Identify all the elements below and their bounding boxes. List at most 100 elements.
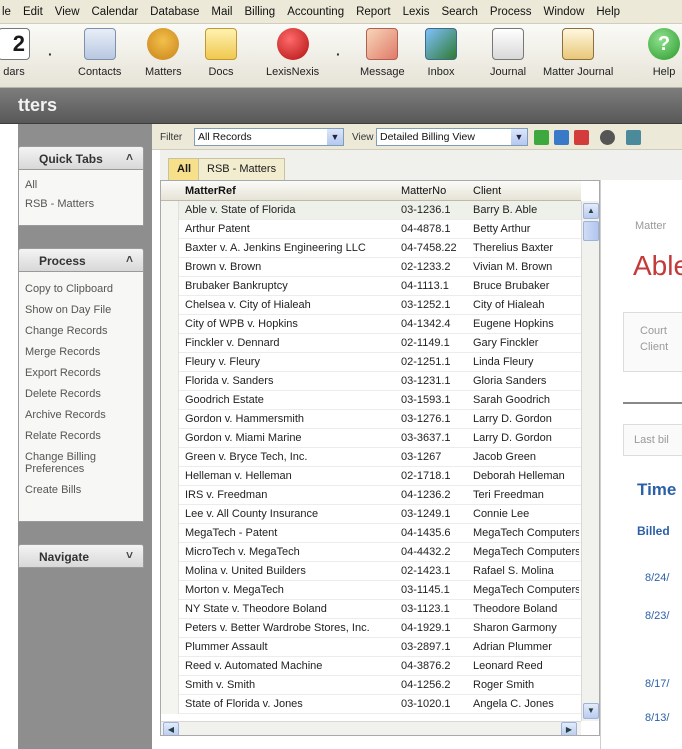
menu-item[interactable]: View (55, 6, 80, 18)
billed-label[interactable]: Billed (637, 524, 670, 538)
table-row[interactable]: Plummer Assault 03-2897.1 Adrian Plummer (161, 638, 581, 657)
vertical-scrollbar[interactable]: ▲ ▼ (581, 201, 599, 721)
process-item[interactable]: Copy to Clipboard (19, 284, 143, 295)
row-selector[interactable] (161, 258, 179, 277)
row-selector[interactable] (161, 334, 179, 353)
row-selector[interactable] (161, 467, 179, 486)
table-row[interactable]: Gordon v. Hammersmith 03-1276.1 Larry D. G… (161, 410, 581, 429)
row-selector[interactable] (161, 429, 179, 448)
scroll-down-icon[interactable]: ▼ (583, 703, 599, 719)
table-row[interactable]: MegaTech - Patent 04-1435.6 MegaTech Compu… (161, 524, 581, 543)
scroll-left-icon[interactable]: ◀ (163, 722, 179, 735)
matters-button[interactable]: Matters (145, 28, 182, 78)
refresh-icon[interactable] (626, 130, 641, 145)
row-selector[interactable] (161, 657, 179, 676)
scroll-right-icon[interactable]: ▶ (561, 722, 577, 735)
table-row[interactable]: Gordon v. Miami Marine 03-3637.1 Larry D. … (161, 429, 581, 448)
add-record-icon[interactable] (534, 130, 549, 145)
process-item[interactable]: Change Billing Preferences (19, 451, 143, 475)
table-row[interactable]: MicroTech v. MegaTech 04-4432.2 MegaTech C… (161, 543, 581, 562)
process-item[interactable]: Create Bills (19, 485, 143, 496)
row-selector[interactable] (161, 581, 179, 600)
row-selector[interactable] (161, 410, 179, 429)
quick-tab-rsb-matters[interactable]: RSB - Matters (19, 199, 143, 210)
docs-button[interactable]: Docs (205, 28, 237, 78)
navigate-header[interactable]: Navigate ˅ (18, 544, 144, 568)
binoculars-icon[interactable] (600, 130, 615, 145)
menu-item[interactable]: Mail (211, 6, 232, 18)
table-row[interactable]: State of Florida v. Jones 03-1020.1 Angela… (161, 695, 581, 714)
table-row[interactable]: Fleury v. Fleury 02-1251.1 Linda Fleury (161, 353, 581, 372)
journal-button[interactable]: Journal (490, 28, 526, 78)
table-row[interactable]: Finckler v. Dennard 02-1149.1 Gary Finckle… (161, 334, 581, 353)
collapse-icon[interactable]: ˄ (126, 252, 133, 266)
contacts-button[interactable]: Contacts (78, 28, 121, 78)
collapse-icon[interactable]: ˄ (126, 150, 133, 164)
row-selector[interactable] (161, 486, 179, 505)
chevron-down-icon[interactable]: ▼ (511, 129, 527, 145)
process-item[interactable]: Change Records (19, 326, 143, 337)
row-selector[interactable] (161, 695, 179, 714)
table-row[interactable]: City of WPB v. Hopkins 04-1342.4 Eugene Ho… (161, 315, 581, 334)
row-selector[interactable] (161, 676, 179, 695)
menu-item[interactable]: Lexis (403, 6, 430, 18)
row-selector[interactable] (161, 391, 179, 410)
row-selector[interactable] (161, 315, 179, 334)
column-header-client[interactable]: Client (473, 185, 501, 197)
table-row[interactable]: Able v. State of Florida 03-1236.1 Barry B… (161, 201, 581, 220)
lexisnexis-dropdown-icon[interactable]: · (336, 46, 341, 62)
menu-item[interactable]: Database (150, 6, 199, 18)
column-header-matterno[interactable]: MatterNo (401, 185, 446, 197)
process-item[interactable]: Delete Records (19, 389, 143, 400)
matter-journal-button[interactable]: Matter Journal (543, 28, 613, 78)
time-entry-date[interactable]: 8/17/ (645, 678, 669, 690)
table-row[interactable]: Baxter v. A. Jenkins Engineering LLC 04-7… (161, 239, 581, 258)
quick-tabs-header[interactable]: Quick Tabs ˄ (18, 146, 144, 170)
message-button[interactable]: Message (360, 28, 405, 78)
table-row[interactable]: Morton v. MegaTech 03-1145.1 MegaTech Comp… (161, 581, 581, 600)
process-item[interactable]: Relate Records (19, 431, 143, 442)
process-item[interactable]: Archive Records (19, 410, 143, 421)
expand-icon[interactable]: ˅ (126, 548, 133, 562)
menu-item[interactable]: Report (356, 6, 391, 18)
tab-rsb-matters[interactable]: RSB - Matters (198, 158, 286, 180)
table-row[interactable]: Goodrich Estate 03-1593.1 Sarah Goodrich (161, 391, 581, 410)
menu-item[interactable]: le (2, 6, 11, 18)
edit-record-icon[interactable] (554, 130, 569, 145)
menu-item[interactable]: Billing (245, 6, 276, 18)
help-button[interactable]: ? Help (648, 28, 680, 78)
filter-select[interactable]: All Records ▼ (194, 128, 344, 146)
table-row[interactable]: Molina v. United Builders 02-1423.1 Rafael… (161, 562, 581, 581)
row-selector[interactable] (161, 562, 179, 581)
scroll-up-icon[interactable]: ▲ (583, 203, 599, 219)
menu-item[interactable]: Window (543, 6, 584, 18)
menu-item[interactable]: Help (596, 6, 620, 18)
inbox-button[interactable]: Inbox (425, 28, 457, 78)
row-selector[interactable] (161, 353, 179, 372)
table-row[interactable]: Green v. Bryce Tech, Inc. 03-1267 Jacob Gr… (161, 448, 581, 467)
chevron-down-icon[interactable]: ▼ (327, 129, 343, 145)
table-row[interactable]: Brown v. Brown 02-1233.2 Vivian M. Brown (161, 258, 581, 277)
lexisnexis-button[interactable]: LexisNexis (266, 28, 319, 78)
menu-item[interactable]: Search (441, 6, 477, 18)
row-selector[interactable] (161, 600, 179, 619)
menu-item[interactable]: Edit (23, 6, 43, 18)
calendar-button[interactable]: 2 dars (0, 28, 30, 78)
scroll-thumb[interactable] (583, 221, 599, 241)
table-row[interactable]: Chelsea v. City of Hialeah 03-1252.1 City … (161, 296, 581, 315)
table-row[interactable]: Brubaker Bankruptcy 04-1113.1 Bruce Brubak… (161, 277, 581, 296)
time-entry-date[interactable]: 8/13/ (645, 712, 669, 724)
row-selector[interactable] (161, 296, 179, 315)
table-row[interactable]: Smith v. Smith 04-1256.2 Roger Smith (161, 676, 581, 695)
row-selector[interactable] (161, 543, 179, 562)
table-row[interactable]: Florida v. Sanders 03-1231.1 Gloria Sander… (161, 372, 581, 391)
table-row[interactable]: Arthur Patent 04-4878.1 Betty Arthur (161, 220, 581, 239)
process-header[interactable]: Process ˄ (18, 248, 144, 272)
row-selector[interactable] (161, 201, 179, 220)
row-selector[interactable] (161, 239, 179, 258)
menu-item[interactable]: Process (490, 6, 532, 18)
table-row[interactable]: Lee v. All County Insurance 03-1249.1 Conn… (161, 505, 581, 524)
row-selector[interactable] (161, 638, 179, 657)
row-selector[interactable] (161, 448, 179, 467)
table-row[interactable]: Reed v. Automated Machine 04-3876.2 Leonar… (161, 657, 581, 676)
